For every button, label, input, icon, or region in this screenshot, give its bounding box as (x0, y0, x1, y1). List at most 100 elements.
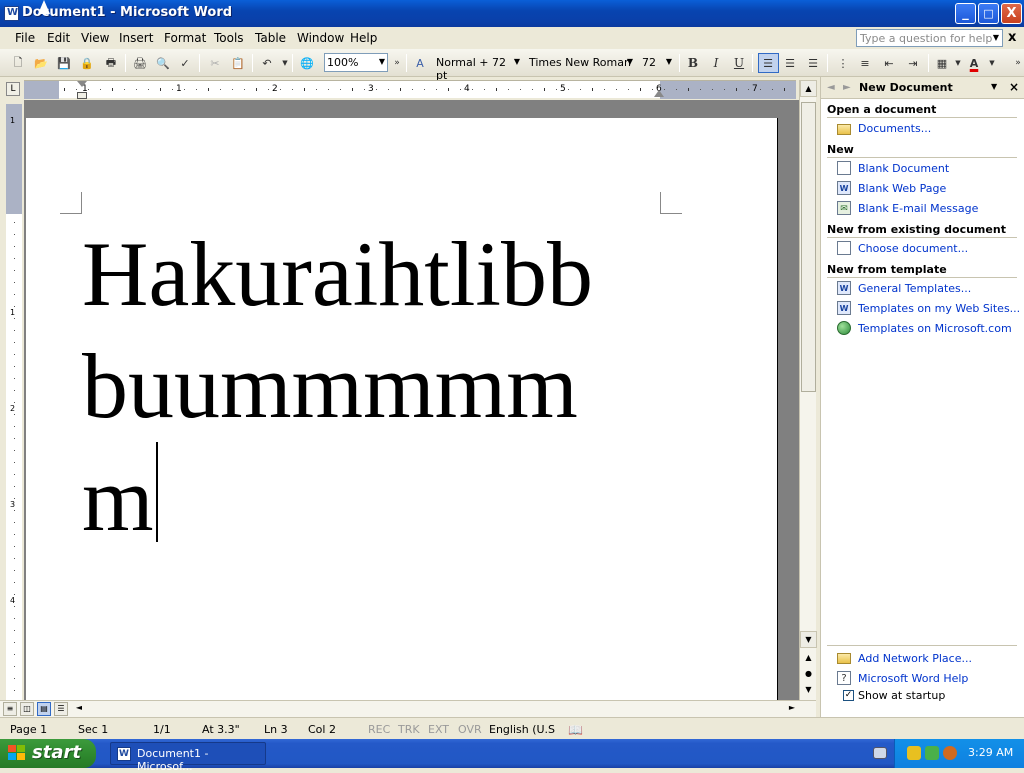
menu-help[interactable]: Help (350, 31, 377, 45)
word-app-icon[interactable] (4, 6, 19, 21)
spelling-icon[interactable]: ✓ (177, 55, 193, 71)
next-page-icon[interactable]: ▼ (800, 682, 817, 699)
keyboard-icon[interactable] (873, 747, 887, 759)
scroll-right-button[interactable]: ► (785, 702, 799, 716)
show-at-startup-checkbox[interactable]: ✓ (843, 690, 854, 701)
blank-document-link[interactable]: Blank Document (858, 162, 949, 175)
font-select[interactable]: Times New Roman ▼ (526, 53, 636, 72)
permission-icon[interactable]: 🔒 (79, 55, 95, 71)
vertical-scrollbar[interactable]: ▲ ▼ ▲ ● ▼ (799, 80, 817, 700)
toolbar-overflow-icon[interactable]: » (389, 55, 405, 71)
status-trk[interactable]: TRK (398, 723, 420, 736)
security-shield-icon[interactable] (907, 746, 921, 760)
increase-indent-icon[interactable]: ⇥ (905, 55, 921, 71)
align-right-icon[interactable]: ☰ (805, 55, 821, 71)
print-layout-view-icon[interactable]: ▤ (37, 702, 51, 716)
document-body-text[interactable]: Hakuraihtlibb buummmmm m (82, 218, 593, 555)
insert-hyperlink-icon[interactable]: 🌐 (299, 55, 315, 71)
preview-icon[interactable]: 🔍 (155, 55, 171, 71)
italic-button[interactable]: I (708, 55, 724, 71)
menu-format[interactable]: Format (164, 31, 206, 45)
select-browse-object-icon[interactable]: ● (800, 666, 817, 683)
styles-formatting-icon[interactable]: A (412, 55, 428, 71)
print-icon[interactable]: 🖨 (132, 55, 148, 71)
status-ovr[interactable]: OVR (458, 723, 482, 736)
task-pane-close-button[interactable]: × (1009, 80, 1019, 94)
maximize-button[interactable]: □ (978, 3, 999, 24)
font-size-select[interactable]: 72 ▼ (639, 53, 675, 72)
vertical-ruler[interactable]: 1 1 2 3 4 (6, 104, 22, 700)
scroll-thumb[interactable] (801, 102, 816, 392)
new-document-icon[interactable]: 🗋 (10, 55, 26, 71)
templates-web-sites-link[interactable]: Templates on my Web Sites... (858, 302, 1020, 315)
templates-microsoft-link[interactable]: Templates on Microsoft.com (858, 322, 1012, 335)
numbering-icon[interactable]: ⋮ (835, 55, 851, 71)
paste-icon[interactable]: 📋 (230, 55, 246, 71)
search-tray-icon[interactable] (943, 746, 957, 760)
underline-button[interactable]: U (731, 55, 747, 71)
toolbar-options-icon[interactable]: » (1010, 55, 1024, 71)
decrease-indent-icon[interactable]: ⇤ (881, 55, 897, 71)
previous-page-icon[interactable]: ▲ (800, 650, 817, 667)
start-button[interactable]: start (0, 739, 96, 768)
documents-link[interactable]: Documents... (858, 122, 931, 135)
clock[interactable]: 3:29 AM (968, 746, 1013, 759)
save-icon[interactable]: 💾 (56, 55, 72, 71)
font-color-dropdown-icon[interactable]: ▼ (984, 55, 1000, 71)
bullets-icon[interactable]: ≡ (857, 55, 873, 71)
forward-arrow-icon[interactable]: ► (843, 82, 851, 93)
borders-icon[interactable]: ▦ (934, 55, 950, 71)
style-select[interactable]: Normal + 72 pt ▼ (433, 53, 523, 82)
tab-selector-button[interactable]: L (6, 82, 20, 96)
blank-email-link[interactable]: Blank E-mail Message (858, 202, 978, 215)
word-help-link[interactable]: Microsoft Word Help (858, 672, 968, 685)
document-page[interactable]: Hakuraihtlibb buummmmm m (26, 118, 778, 700)
menu-window[interactable]: Window (297, 31, 344, 45)
right-indent-marker[interactable] (654, 90, 664, 97)
horizontal-ruler[interactable]: 1 1 2 3 4 5 6 7 (24, 80, 796, 99)
menu-tools[interactable]: Tools (214, 31, 244, 45)
menu-file[interactable]: File (15, 31, 35, 45)
open-folder-icon[interactable]: 📂 (33, 55, 49, 71)
scroll-left-button[interactable]: ◄ (72, 702, 86, 716)
borders-dropdown-icon[interactable]: ▼ (950, 55, 966, 71)
menu-edit[interactable]: Edit (47, 31, 70, 45)
task-pane-dropdown-icon[interactable]: ▼ (991, 82, 997, 91)
general-templates-link[interactable]: General Templates... (858, 282, 971, 295)
back-arrow-icon[interactable]: ◄ (827, 82, 835, 93)
normal-view-icon[interactable]: ≡ (3, 702, 17, 716)
cut-icon[interactable]: ✂ (207, 55, 223, 71)
align-center-icon[interactable]: ☰ (782, 55, 798, 71)
status-rec[interactable]: REC (368, 723, 390, 736)
menu-insert[interactable]: Insert (119, 31, 153, 45)
undo-icon[interactable]: ↶ (259, 55, 275, 71)
spelling-status-icon[interactable]: 📖 (568, 723, 583, 737)
scroll-up-button[interactable]: ▲ (800, 80, 817, 97)
taskbar-item-document1[interactable]: W Document1 - Microsof... (110, 742, 266, 773)
choose-document-link[interactable]: Choose document... (858, 242, 968, 255)
horizontal-scrollbar[interactable]: ≡ ◫ ▤ ☰ ◄ ► (0, 700, 816, 717)
close-button[interactable]: X (1001, 3, 1022, 24)
menu-table[interactable]: Table (255, 31, 286, 45)
status-ext[interactable]: EXT (428, 723, 449, 736)
bold-button[interactable]: B (685, 55, 701, 71)
left-indent-marker[interactable] (77, 92, 87, 99)
outline-view-icon[interactable]: ☰ (54, 702, 68, 716)
help-dropdown-icon[interactable]: ▼ (990, 31, 1002, 45)
undo-dropdown-icon[interactable]: ▼ (277, 55, 293, 71)
minimize-button[interactable]: _ (955, 3, 976, 24)
blank-web-page-link[interactable]: Blank Web Page (858, 182, 946, 195)
scroll-down-button[interactable]: ▼ (800, 631, 817, 648)
ruler-number: 2 (272, 84, 278, 94)
print-preview-icon[interactable]: 🖶 (103, 55, 119, 71)
add-network-place-link[interactable]: Add Network Place... (858, 652, 972, 665)
web-layout-view-icon[interactable]: ◫ (20, 702, 34, 716)
menu-view[interactable]: View (81, 31, 109, 45)
document-area[interactable]: Hakuraihtlibb buummmmm m (24, 100, 799, 700)
first-line-indent-marker[interactable] (77, 81, 87, 87)
zoom-select[interactable]: 100% ▼ (324, 53, 388, 72)
font-color-icon[interactable]: A (966, 55, 982, 71)
document-close-button[interactable]: x (1008, 30, 1016, 45)
network-icon[interactable] (925, 746, 939, 760)
help-question-input[interactable]: Type a question for help (856, 29, 1003, 47)
